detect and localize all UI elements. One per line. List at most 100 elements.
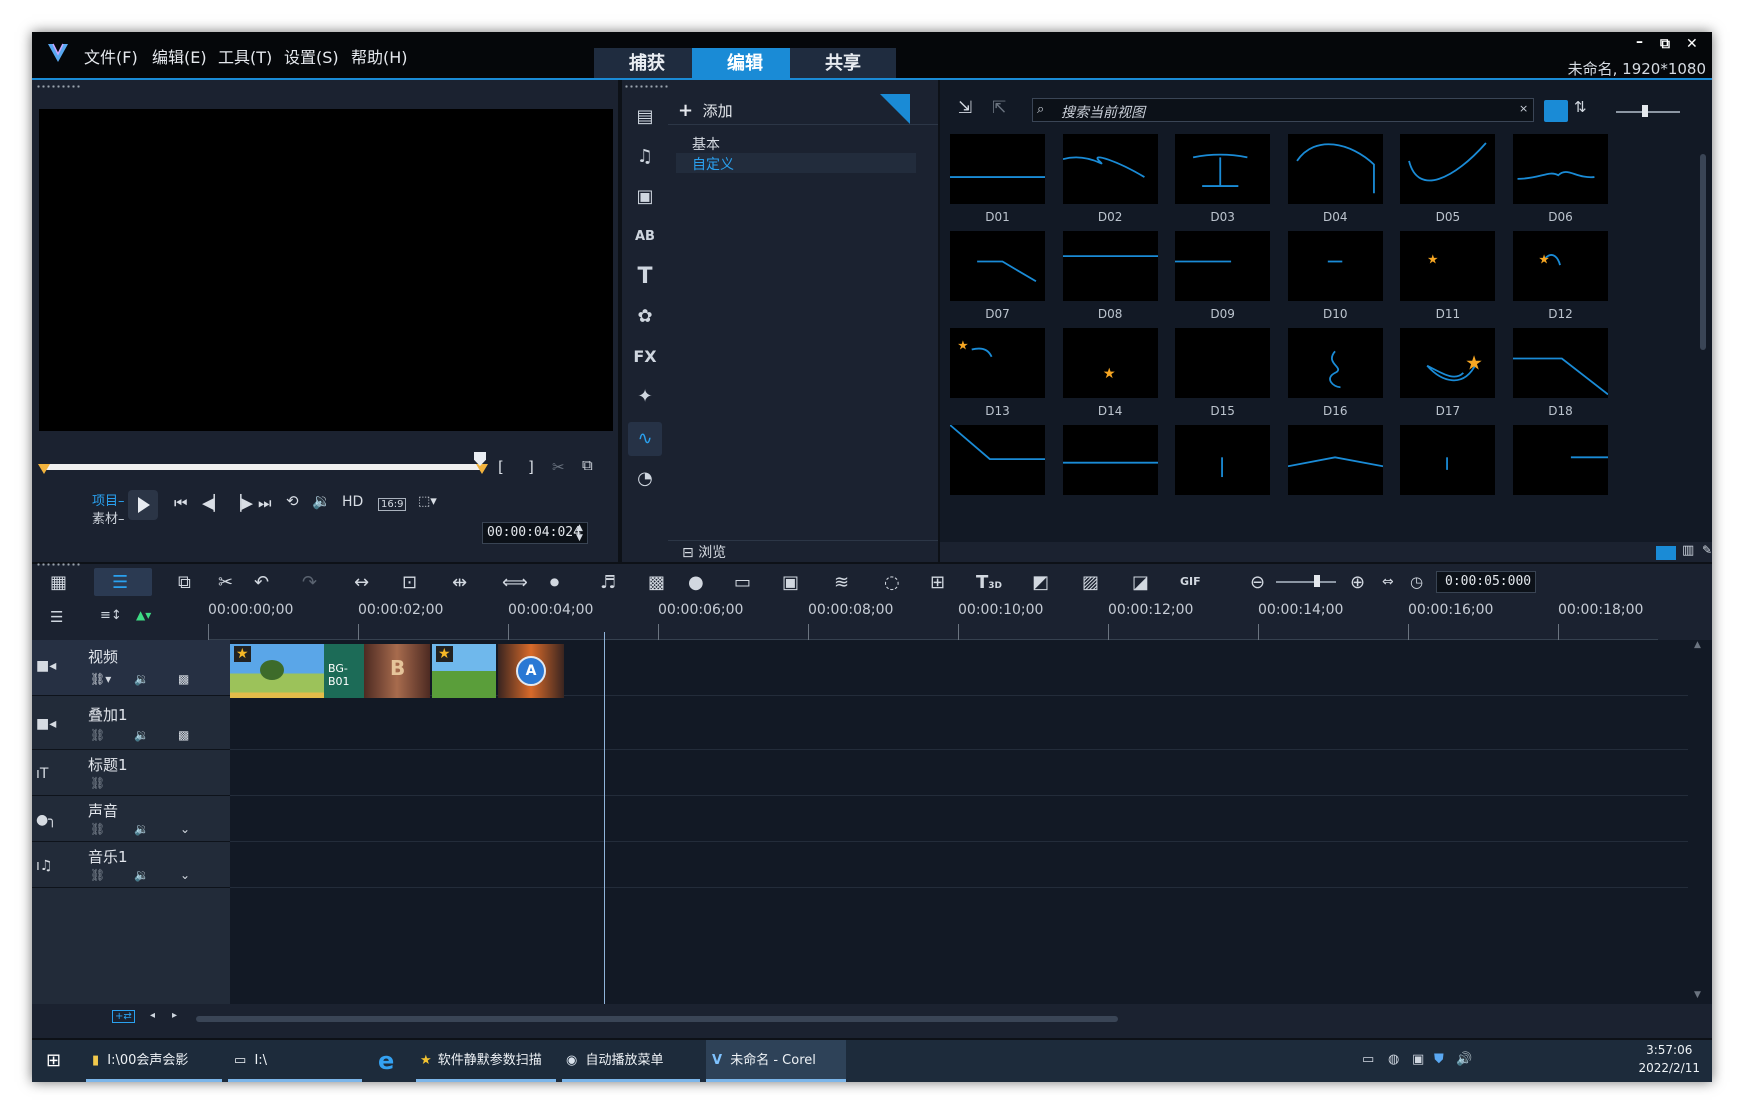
menu-edit[interactable]: 编辑(E) (152, 44, 207, 68)
zoom-slider[interactable] (1276, 581, 1336, 583)
timecode-stepper-icon[interactable]: ▲ ▼ (576, 523, 583, 543)
track-header-overlay1[interactable]: ■◂ 叠加1 ⛓ 🔉 ▩ (32, 696, 230, 750)
go-to-start-icon[interactable]: ⏮ (174, 494, 188, 512)
speed-icon[interactable]: ≋ (834, 572, 849, 593)
fit-window-icon[interactable]: ⊡ (402, 572, 417, 593)
menu-tools[interactable]: 工具(T) (218, 44, 272, 68)
pin-icon[interactable] (880, 94, 910, 124)
import-media-icon[interactable]: ⇲ (958, 98, 972, 118)
menu-file[interactable]: 文件(F) (84, 44, 138, 68)
redo-icon[interactable]: ↷ (302, 572, 317, 593)
menu-help[interactable]: 帮助(H) (351, 44, 408, 68)
tab-share[interactable]: 共享 (790, 48, 896, 80)
path-thumbnail[interactable]: D18 (1509, 328, 1634, 436)
tray-shield-icon[interactable]: ⛊ (1434, 1052, 1444, 1067)
path-thumbnail[interactable]: ★ D17 (1396, 328, 1521, 436)
taskbar-videostudio[interactable]: V 未命名 - Corel Vid... (706, 1040, 846, 1082)
mode-project[interactable]: 项目– (92, 490, 125, 509)
subtitle-icon[interactable]: ▭ (734, 572, 751, 593)
path-thumbnail[interactable]: D04 (1284, 134, 1409, 242)
show-library-icon[interactable] (1656, 546, 1676, 560)
previous-frame-icon[interactable]: ◀▏ (202, 494, 225, 512)
path-thumbnail[interactable]: D01 (946, 134, 1071, 242)
panel-grip[interactable] (624, 84, 670, 90)
path-thumbnail[interactable] (1396, 425, 1521, 533)
aspect-ratio-button[interactable]: 16:9 (378, 498, 407, 511)
timeline-view-button[interactable]: ☰ (94, 568, 152, 596)
track-manager-icon[interactable]: ⧉ (178, 572, 191, 593)
hd-preview-button[interactable]: HD (342, 494, 363, 510)
scroll-right-icon[interactable]: ▸ (172, 1010, 177, 1021)
path-thumbnail[interactable] (946, 424, 1071, 533)
split-screen-icon[interactable]: ▣ (782, 572, 799, 593)
voice-track-lane[interactable] (230, 796, 1688, 842)
video-clip-hill[interactable]: ★ (432, 644, 496, 698)
image-clip-a[interactable]: A (498, 644, 564, 698)
add-folder-button[interactable]: + 添加 (678, 100, 733, 121)
graphics-icon[interactable]: ✿ (628, 300, 662, 334)
tray-network-icon[interactable]: ▣ (1412, 1052, 1424, 1067)
media-icon[interactable]: ▤ (628, 100, 662, 134)
timeline-ruler[interactable]: 00:00:00;00 00:00:02;00 00:00:04;00 00:00:0… (208, 600, 1658, 640)
magic-wand-icon[interactable]: ✦ (628, 380, 662, 414)
mute-icon[interactable]: 🔉 (134, 822, 149, 836)
next-frame-icon[interactable]: ▕▶ (230, 494, 253, 512)
fit-project-icon[interactable]: ↔ (354, 572, 369, 593)
crop-tool-icon[interactable]: ⊞ (930, 572, 945, 593)
restore-icon[interactable]: ⧉ (1660, 36, 1670, 52)
folder-custom[interactable]: 自定义 (692, 154, 734, 174)
gif-icon[interactable]: GIF (1180, 575, 1201, 588)
scroll-up-icon[interactable]: ▲ (1694, 640, 1701, 650)
expand-icon[interactable]: ⌄ (180, 822, 190, 836)
blend-icon[interactable]: ● (688, 572, 704, 593)
folder-basic[interactable]: 基本 (692, 134, 720, 154)
repeat-icon[interactable]: ⟲ (286, 492, 299, 510)
taskbar-autoplay[interactable]: ◉ 自动播放菜单 (562, 1040, 700, 1082)
track-header-voice[interactable]: ●╮ 声音 ⛓ 🔉 ⌄ (32, 796, 230, 842)
adjust-icon[interactable]: ◪ (1132, 572, 1149, 593)
grid-icon[interactable]: ▩ (178, 728, 189, 742)
search-input[interactable]: ⌕ 搜索当前视图 × (1032, 98, 1534, 122)
image-clip-b[interactable]: B (364, 644, 430, 698)
list-view-icon[interactable] (1544, 100, 1568, 122)
taskbar-explorer-2[interactable]: ▭ I:\ (228, 1040, 362, 1082)
zoom-handle[interactable] (1314, 575, 1320, 587)
volume-icon[interactable]: 🔉 (312, 492, 331, 510)
windows-start-icon[interactable]: ⊞ (46, 1050, 61, 1071)
split-clip-icon[interactable]: ✂ (552, 458, 565, 476)
play-button[interactable] (128, 490, 158, 520)
taskbar-explorer-1[interactable]: ▮ I:\00会声会影 202... (86, 1040, 222, 1082)
tray-volume-icon[interactable]: 🔊 (1456, 1052, 1472, 1067)
link-icon[interactable]: ⛓ (90, 728, 105, 742)
edit-icon[interactable]: ✎ (1702, 543, 1712, 557)
music-track-lane[interactable] (230, 842, 1688, 888)
crop-icon[interactable]: ⬚▾ (418, 494, 437, 509)
move-icon[interactable]: ⟺ (502, 572, 528, 593)
path-thumbnail[interactable]: D03 (1171, 134, 1296, 242)
trim-start-marker[interactable] (38, 464, 50, 474)
zoom-in-icon[interactable]: ⊕ (1350, 572, 1365, 593)
fit-timeline-icon[interactable]: ⇔ (1382, 574, 1394, 590)
zoom-out-icon[interactable]: ⊖ (1250, 572, 1265, 593)
overlay-track-lane[interactable] (230, 696, 1688, 750)
timeline-vscroll[interactable]: ▲ ▼ (1688, 640, 1712, 1004)
path-thumbnail[interactable]: D06 (1509, 134, 1634, 242)
expand-icon[interactable]: ⌄ (180, 868, 190, 882)
link-icon[interactable]: ⛓ (90, 822, 105, 836)
add-track-icon[interactable]: +⇄ (112, 1010, 135, 1023)
track-header-video[interactable]: ■◂ 视频 ⛓▾ 🔉 ▩ (32, 640, 230, 696)
path-thumbnail[interactable]: D09 (1171, 231, 1296, 339)
browse-button[interactable]: ⊟ 浏览 (682, 542, 726, 562)
record-icon[interactable]: ⏺ (550, 572, 559, 593)
path-thumbnail[interactable]: D02 (1059, 134, 1184, 242)
trim-end-marker[interactable] (476, 464, 488, 474)
storyboard-view-icon[interactable]: ▦ (50, 572, 67, 593)
link-icon[interactable]: ⛓ (90, 868, 105, 882)
go-to-end-icon[interactable]: ⏭ (258, 494, 272, 512)
video-track-lane[interactable]: ★ BG-B01 B ★ A (230, 640, 1688, 698)
path-thumbnail[interactable]: ★ D11 (1396, 231, 1521, 339)
path-thumbnail[interactable] (1171, 425, 1296, 533)
path-thumbnail[interactable]: D05 (1396, 134, 1521, 242)
mark-in-icon[interactable]: [ (498, 458, 504, 476)
tab-capture[interactable]: 捕获 (594, 48, 700, 80)
